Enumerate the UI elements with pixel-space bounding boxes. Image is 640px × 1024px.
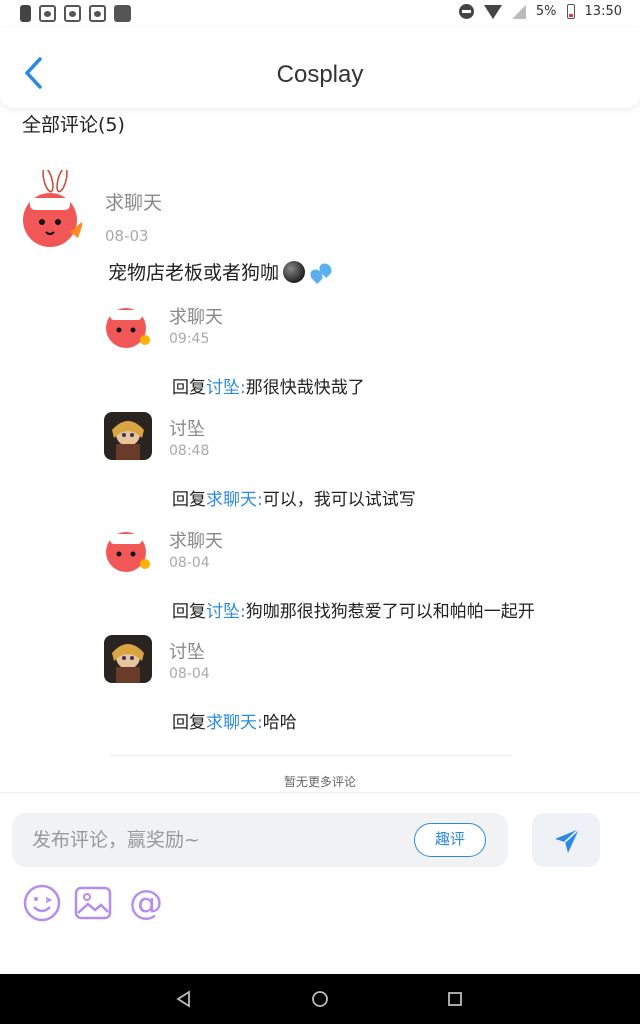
clock: 13:50 [584,4,622,19]
status-bar: 5% 13:50 [0,0,640,28]
reply-date: 08-04 [169,555,210,571]
alert-icon [20,5,31,22]
reply-date: 08:48 [169,443,210,459]
signal-icon [511,4,526,19]
reply-body: 那很快哉快哉了 [245,378,365,398]
reply-target-link[interactable]: 求聊天: [206,490,263,510]
avatar[interactable] [104,524,152,572]
comment-author[interactable]: 求聊天 [105,188,162,215]
reply-text: 回复求聊天:哈哈 [172,708,297,733]
battery-icon [566,4,575,19]
reply-body: 哈哈 [262,713,297,733]
no-more-comments: 暂无更多评论 [283,775,356,789]
picture-icon [74,886,112,920]
nav-back-icon[interactable] [175,990,193,1008]
reply-text: 回复讨坠:那很快哉快哉了 [172,373,365,398]
comment-composer: 趣评 @ [0,792,640,974]
comment-text: 宠物店老板或者狗咖 [108,258,335,285]
reply-target-link[interactable]: 讨坠: [206,602,246,622]
paw-app-icon [89,5,106,22]
page-title: Cosplay [276,61,364,88]
sweat-drops-emoji-icon [308,260,335,284]
quping-button[interactable]: 趣评 [414,823,486,857]
reply-date: 09:45 [169,331,210,347]
nav-recents-icon[interactable] [446,990,464,1008]
send-button[interactable] [532,813,600,867]
dark-face-emoji-icon [283,260,306,283]
top-bar: Cosplay [0,28,640,108]
nav-home-icon[interactable] [311,990,329,1008]
system-nav-bar [0,974,640,1024]
paw-app-icon [64,5,81,22]
paw-app-icon [39,5,56,22]
comments-count-title: 全部评论(5) [22,114,125,136]
comment-date: 08-03 [105,227,149,245]
divider [108,755,513,756]
battery-percent: 5% [535,4,557,19]
do-not-disturb-icon [458,4,474,19]
reply-author[interactable]: 讨坠 [169,638,205,664]
reply-item: 求聊天 09:45 回复讨坠:那很快哉快哉了 [104,300,604,412]
svg-text:@: @ [129,883,163,923]
reply-author[interactable]: 求聊天 [169,527,223,553]
reply-date: 08-04 [169,666,210,682]
reply-prefix: 回复 [172,602,206,622]
reply-target-link[interactable]: 讨坠: [206,378,246,398]
avatar[interactable] [104,635,152,683]
emoji-button[interactable] [22,883,62,923]
comment-body: 宠物店老板或者狗咖 [108,262,280,284]
reply-text: 回复求聊天:可以，我可以试试写 [172,485,416,510]
reply-item: 讨坠 08-04 回复求聊天:哈哈 [104,635,604,747]
reply-author[interactable]: 求聊天 [169,303,223,329]
at-sign-icon: @ [129,883,163,923]
smiley-icon [23,884,61,922]
mention-button[interactable]: @ [126,883,166,923]
reply-item: 讨坠 08:48 回复求聊天:可以，我可以试试写 [104,412,604,524]
reply-target-link[interactable]: 求聊天: [206,713,263,733]
system-icons: 5% 13:50 [458,4,622,19]
comment-input-box: 趣评 [12,813,508,867]
reply-body: 可以，我可以试试写 [262,490,416,510]
image-icon [114,5,131,22]
reply-author[interactable]: 讨坠 [169,415,205,441]
reply-prefix: 回复 [172,713,206,733]
reply-prefix: 回复 [172,378,206,398]
notification-icons [20,5,131,22]
reply-prefix: 回复 [172,490,206,510]
avatar[interactable] [104,412,152,460]
reply-body: 狗咖那很找狗惹爱了可以和帕帕一起开 [245,602,535,622]
wifi-icon [483,4,502,19]
reply-item: 求聊天 08-04 回复讨坠:狗咖那很找狗惹爱了可以和帕帕一起开 [104,524,604,636]
avatar[interactable] [22,167,84,247]
comment-input[interactable] [32,813,402,867]
avatar[interactable] [104,300,152,348]
image-button[interactable] [73,883,113,923]
send-icon [555,828,580,853]
reply-text: 回复讨坠:狗咖那很找狗惹爱了可以和帕帕一起开 [172,597,535,622]
